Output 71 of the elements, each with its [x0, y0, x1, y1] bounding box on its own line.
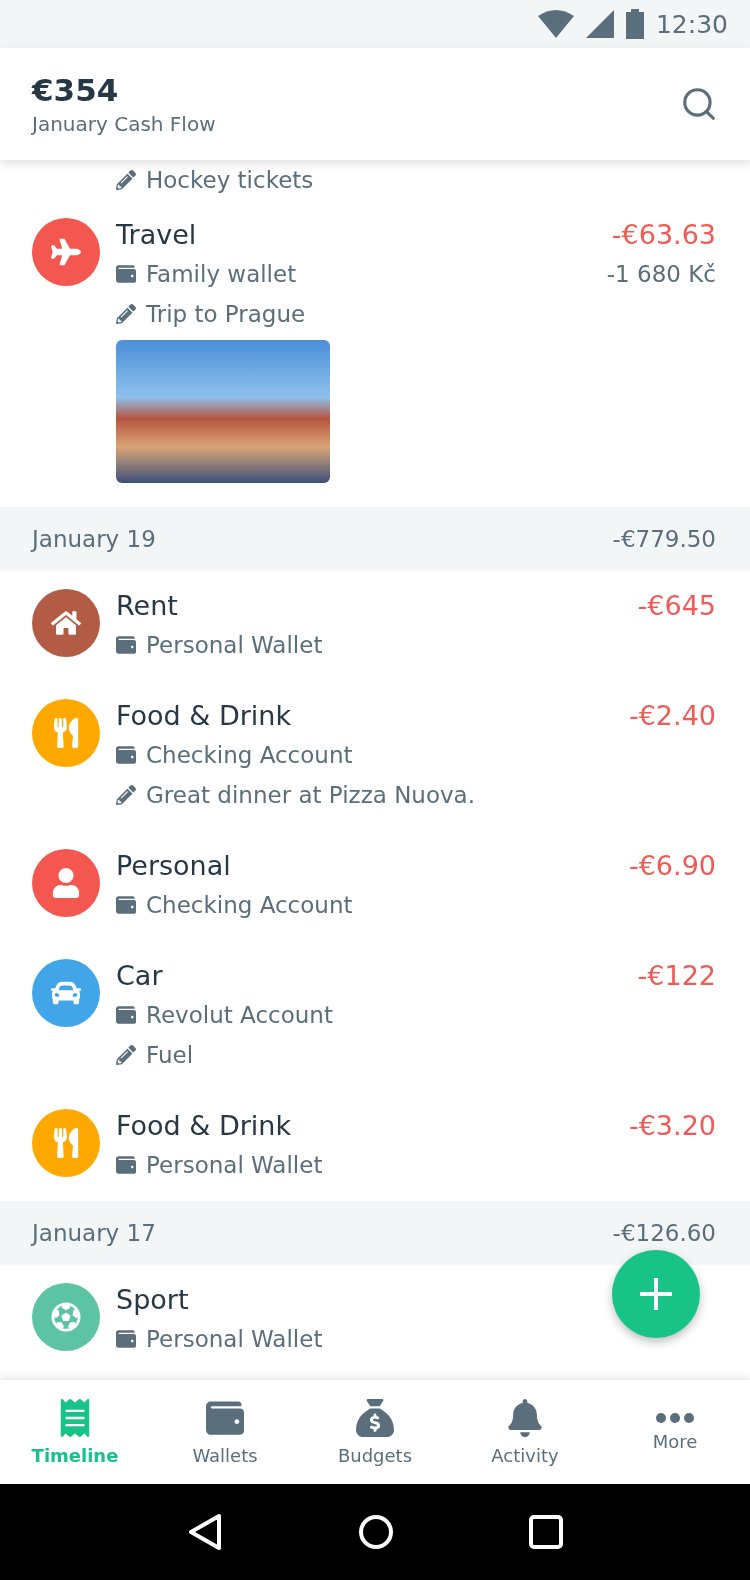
airplane-icon: [51, 237, 81, 267]
note-text: Fuel: [146, 1042, 194, 1068]
transaction-row[interactable]: Personal Checking Account -€6.90: [0, 831, 750, 941]
pencil-icon: [116, 304, 136, 324]
amount: -€645: [637, 589, 716, 621]
wallet-icon: [116, 1155, 136, 1175]
category-name: Sport: [116, 1283, 189, 1315]
home-icon[interactable]: [358, 1514, 394, 1550]
cash-flow-label: January Cash Flow: [32, 112, 216, 136]
wallet-icon: [116, 1329, 136, 1349]
clock-time: 12:30: [655, 9, 728, 39]
amount: -€6.90: [628, 849, 716, 881]
amount: -€3.20: [628, 1109, 716, 1141]
category-name: Travel: [116, 218, 197, 250]
wallet-name: Family wallet: [146, 261, 297, 287]
nav-tab[interactable]: Budgets: [300, 1380, 450, 1484]
nav-tab[interactable]: More: [600, 1380, 750, 1484]
day-total: -€126.60: [612, 1220, 716, 1246]
wallet-icon: [116, 745, 136, 765]
note-text: Great dinner at Pizza Nuova.: [146, 782, 475, 808]
nav-tab[interactable]: Wallets: [150, 1380, 300, 1484]
cash-flow-amount: €354: [32, 72, 120, 108]
note-text: Hockey tickets: [146, 167, 314, 193]
recents-icon[interactable]: [528, 1515, 563, 1549]
house-icon: [51, 608, 81, 638]
amount: -€122: [637, 959, 716, 991]
category-name: Food & Drink: [116, 1109, 292, 1141]
search-icon[interactable]: [680, 85, 718, 123]
amount: -€63.63: [611, 218, 716, 250]
category-name: Rent: [116, 589, 178, 621]
day-total: -€779.50: [612, 526, 716, 552]
plus-icon: [639, 1277, 673, 1311]
wifi-icon: [537, 10, 574, 38]
wallet-icon: [116, 635, 136, 655]
pencil-icon: [116, 1045, 136, 1065]
wallet-icon: [116, 264, 136, 284]
transaction-row[interactable]: Car Revolut Account Fuel -€122: [0, 941, 750, 1091]
battery-icon: [625, 9, 644, 39]
wallet-name: Checking Account: [146, 742, 353, 768]
transaction-row[interactable]: Food & Drink Checking Account Great dinner at Pizza Nuova. -€2.40: [0, 681, 750, 831]
category-name: Car: [116, 959, 163, 991]
pencil-icon: [116, 785, 136, 805]
bell-icon: [506, 1398, 544, 1437]
transaction-row[interactable]: Rent Personal Wallet -€645: [0, 571, 750, 681]
amount: -€2.40: [628, 699, 716, 731]
wallet-icon: [206, 1398, 244, 1437]
fork-knife-icon: [51, 718, 81, 748]
wallet-icon: [116, 895, 136, 915]
wallet-name: Personal Wallet: [146, 1152, 323, 1178]
wallet-name: Revolut Account: [146, 1002, 333, 1028]
wallet-name: Personal Wallet: [146, 632, 323, 658]
wallet-icon: [116, 1005, 136, 1025]
fork-knife-icon: [51, 1128, 81, 1158]
money-bag-icon: [356, 1398, 394, 1437]
category-name: Food & Drink: [116, 699, 292, 731]
pencil-icon: [116, 170, 136, 190]
note-text: Trip to Prague: [146, 301, 306, 327]
person-icon: [51, 868, 81, 898]
converted-amount: -1 680 Kč: [606, 261, 716, 287]
wallet-name: Personal Wallet: [146, 1326, 323, 1352]
transaction-row[interactable]: Food & Drink Personal Wallet -€3.20: [0, 1091, 750, 1201]
nav-tab[interactable]: Activity: [450, 1380, 600, 1484]
back-icon[interactable]: [187, 1512, 224, 1552]
signal-icon: [585, 10, 614, 38]
more-icon: [656, 1412, 694, 1423]
transaction-row[interactable]: Travel Family wallet Trip to Prague -€63.63 -1 680 Kč: [0, 200, 750, 507]
wallet-name: Checking Account: [146, 892, 353, 918]
transaction-row[interactable]: Sport Personal Wallet: [0, 1265, 750, 1375]
date-label: January 19: [32, 526, 156, 552]
date-label: January 17: [32, 1220, 156, 1246]
category-name: Personal: [116, 849, 231, 881]
